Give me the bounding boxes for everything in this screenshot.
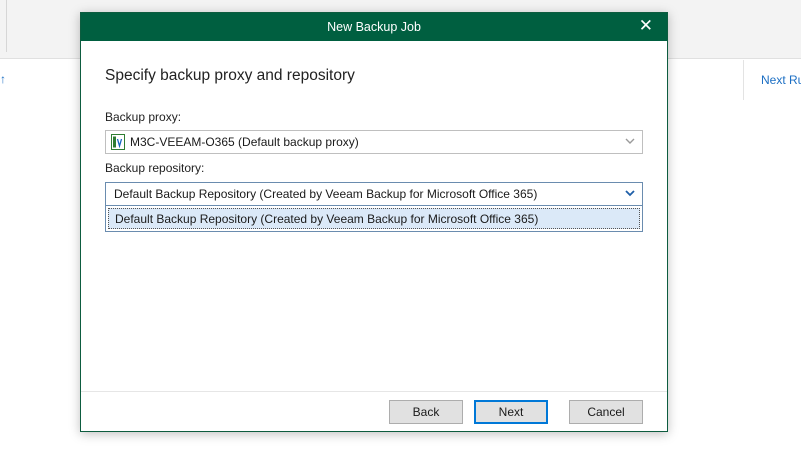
dialog-title: New Backup Job	[327, 20, 421, 34]
chevron-down-icon	[625, 190, 635, 197]
back-button[interactable]: Back	[389, 400, 463, 424]
page-heading: Specify backup proxy and repository	[105, 67, 355, 84]
cancel-button[interactable]: Cancel	[569, 400, 643, 424]
server-icon	[111, 134, 125, 150]
new-backup-job-dialog: New Backup Job ✕ Specify backup proxy an…	[80, 12, 668, 432]
backup-proxy-select[interactable]: M3C-VEEAM-O365 (Default backup proxy)	[105, 130, 643, 154]
backup-repository-value: Default Backup Repository (Created by Ve…	[114, 187, 538, 201]
repository-option[interactable]: Default Backup Repository (Created by Ve…	[108, 208, 640, 229]
toolbar-separator	[6, 0, 7, 52]
next-button[interactable]: Next	[474, 400, 548, 424]
backup-proxy-value: M3C-VEEAM-O365 (Default backup proxy)	[130, 135, 359, 149]
dialog-titlebar: New Backup Job ✕	[81, 13, 667, 41]
close-icon[interactable]: ✕	[639, 16, 653, 36]
chevron-down-icon	[625, 138, 635, 144]
sort-arrow-icon[interactable]: ↑	[0, 72, 6, 86]
repository-dropdown-list: Default Backup Repository (Created by Ve…	[105, 205, 643, 232]
backup-repository-label: Backup repository:	[105, 161, 205, 175]
column-header-next-run[interactable]: Next Ru	[761, 73, 801, 87]
backup-proxy-label: Backup proxy:	[105, 110, 182, 124]
repository-option-label: Default Backup Repository (Created by Ve…	[115, 212, 539, 226]
footer-divider	[81, 391, 667, 392]
backup-repository-select[interactable]: Default Backup Repository (Created by Ve…	[105, 182, 643, 206]
column-separator	[743, 60, 744, 100]
